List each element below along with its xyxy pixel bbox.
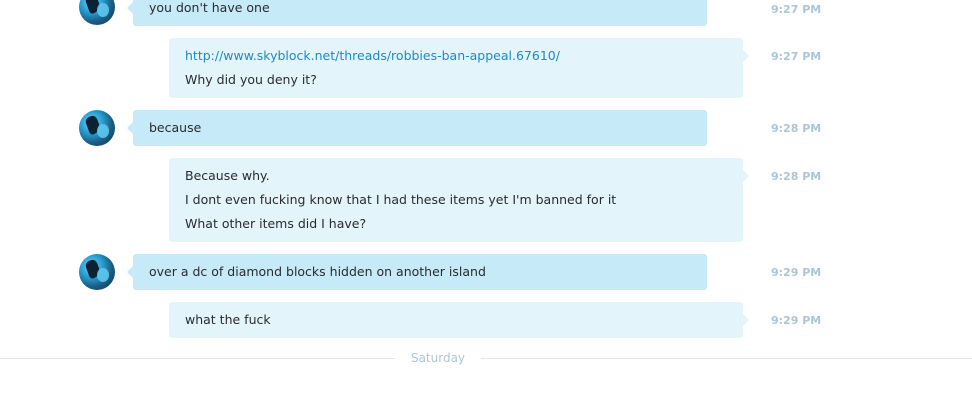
message-bubble-outgoing: Because why. I dont even fucking know th… bbox=[169, 158, 749, 242]
message-timestamp: 9:27 PM bbox=[771, 50, 822, 63]
contact-avatar[interactable] bbox=[79, 0, 115, 25]
message-timestamp: 9:29 PM bbox=[771, 266, 822, 279]
contact-avatar[interactable] bbox=[79, 110, 115, 146]
message-text: because bbox=[149, 120, 202, 135]
day-divider-line-left bbox=[0, 358, 398, 359]
message-text: I dont even fucking know that I had thes… bbox=[185, 192, 617, 207]
message-timestamp: 9:28 PM bbox=[771, 122, 822, 135]
message-link[interactable]: http://www.skyblock.net/threads/robbies-… bbox=[185, 48, 560, 64]
message-text: Because why. bbox=[185, 168, 270, 183]
day-divider-label: Saturday bbox=[395, 351, 481, 365]
message-text: what the fuck bbox=[185, 312, 271, 327]
message-bubble-incoming: because bbox=[127, 110, 707, 146]
message-bubble-outgoing: http://www.skyblock.net/threads/robbies-… bbox=[169, 38, 749, 98]
message-timestamp: 9:27 PM bbox=[771, 3, 822, 16]
message-text: you don't have one bbox=[149, 0, 270, 15]
message-bubble-outgoing: what the fuck bbox=[169, 302, 749, 338]
day-divider-line-right bbox=[480, 358, 972, 359]
message-text: over a dc of diamond blocks hidden on an… bbox=[149, 264, 486, 279]
message-timestamp: 9:29 PM bbox=[771, 314, 822, 327]
message-text: What other items did I have? bbox=[185, 216, 367, 231]
contact-avatar[interactable] bbox=[79, 254, 115, 290]
message-bubble-incoming: you don't have one bbox=[127, 0, 707, 26]
message-timestamp: 9:28 PM bbox=[771, 170, 822, 183]
message-bubble-incoming: over a dc of diamond blocks hidden on an… bbox=[127, 254, 707, 290]
message-text: Why did you deny it? bbox=[185, 72, 317, 87]
